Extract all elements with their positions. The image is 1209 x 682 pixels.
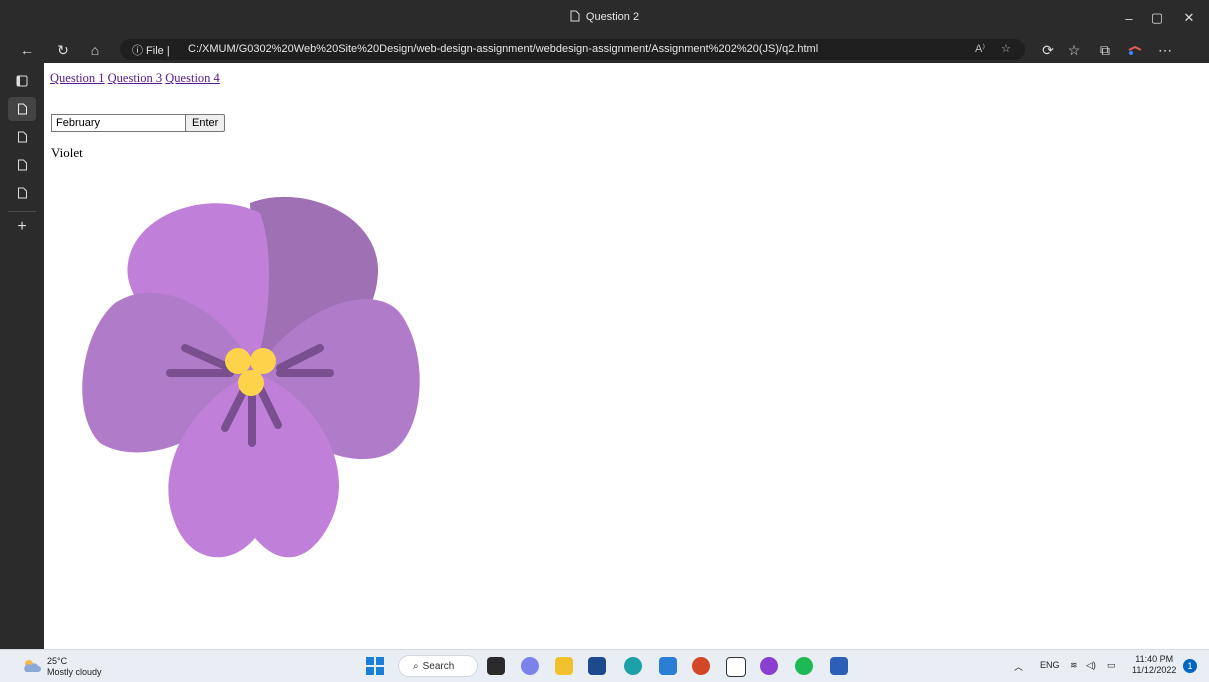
violet-flower-image bbox=[82, 196, 420, 558]
clock-time: 11:40 PM bbox=[1135, 654, 1174, 664]
notification-badge[interactable]: 1 bbox=[1183, 659, 1197, 673]
flower-center-bottom bbox=[238, 370, 264, 396]
collections-icon[interactable]: ⧉ bbox=[1094, 40, 1116, 60]
tab-page-4[interactable] bbox=[8, 181, 36, 205]
file-explorer-icon[interactable] bbox=[555, 657, 573, 675]
page-icon bbox=[570, 10, 580, 22]
tab-question-2[interactable] bbox=[8, 97, 36, 121]
weather-cloud-icon[interactable] bbox=[22, 658, 42, 679]
tab-actions-icon[interactable] bbox=[8, 69, 36, 93]
read-aloud-icon[interactable]: A⁾ bbox=[975, 42, 985, 55]
battery-icon[interactable]: ▭ bbox=[1107, 660, 1116, 671]
volume-icon[interactable]: ◁) bbox=[1086, 660, 1096, 671]
powerpoint-icon[interactable] bbox=[692, 657, 710, 675]
enter-button[interactable]: Enter bbox=[185, 114, 226, 132]
flower-result-text: Violet bbox=[51, 145, 83, 160]
spotify-icon[interactable] bbox=[795, 657, 813, 675]
tab-page-3[interactable] bbox=[8, 153, 36, 177]
task-view-icon[interactable] bbox=[487, 657, 505, 675]
weather-widget[interactable]: 25°C Mostly cloudy bbox=[47, 656, 102, 678]
weather-temp: 25°C bbox=[47, 656, 68, 666]
browser-toolbar: ← ↻ ⌂ ⓘ File | C:/XMUM/G0302%20Web%20Sit… bbox=[0, 36, 1209, 63]
link-question-1[interactable]: Question 1 bbox=[50, 71, 105, 85]
wifi-icon[interactable]: ≋ bbox=[1070, 660, 1078, 671]
notion-icon[interactable] bbox=[726, 657, 746, 677]
more-options-icon[interactable]: ⋯ bbox=[1154, 40, 1176, 60]
favorites-icon[interactable]: ☆ bbox=[1063, 40, 1085, 60]
address-url[interactable]: C:/XMUM/G0302%20Web%20Site%20Design/web-… bbox=[188, 43, 818, 55]
site-info-icon[interactable]: ⓘ File | bbox=[132, 42, 170, 58]
weather-description: Mostly cloudy bbox=[47, 667, 102, 677]
month-input[interactable] bbox=[51, 114, 187, 132]
word-icon[interactable] bbox=[830, 657, 848, 675]
taskbar-search[interactable]: ⌕ Search bbox=[398, 655, 478, 677]
sidebar-divider bbox=[8, 211, 36, 212]
link-question-3[interactable]: Question 3 bbox=[108, 71, 163, 85]
extension-icon[interactable] bbox=[1124, 40, 1146, 60]
edge-browser-icon[interactable] bbox=[624, 657, 642, 675]
chat-icon[interactable] bbox=[521, 657, 539, 675]
tab-page-2[interactable] bbox=[8, 125, 36, 149]
clock-date: 11/12/2022 bbox=[1132, 665, 1177, 675]
store-icon[interactable] bbox=[588, 657, 606, 675]
taskbar-clock[interactable]: 11:40 PM 11/12/2022 bbox=[1132, 654, 1176, 676]
flower-center-left bbox=[225, 348, 251, 374]
favorite-star-icon[interactable]: ☆ bbox=[1001, 42, 1011, 55]
windows-taskbar: 25°C Mostly cloudy ⌕ Search ︿ ENG ≋ ◁) ▭ … bbox=[0, 649, 1209, 682]
window-title: Question 2 bbox=[0, 10, 1209, 23]
refresh-page-icon[interactable]: ⟳ bbox=[1037, 40, 1059, 60]
refresh-icon[interactable]: ↻ bbox=[52, 40, 74, 60]
home-icon[interactable]: ⌂ bbox=[84, 40, 106, 60]
search-icon: ⌕ bbox=[413, 660, 419, 672]
chevron-up-icon[interactable]: ︿ bbox=[1014, 660, 1023, 673]
vscode-icon[interactable] bbox=[659, 657, 677, 675]
github-icon[interactable] bbox=[760, 657, 778, 675]
page-content: Question 1 Question 3 Question 4 Enter V… bbox=[44, 63, 1209, 649]
language-indicator[interactable]: ENG bbox=[1040, 660, 1060, 670]
new-tab-plus-icon[interactable]: + bbox=[8, 215, 36, 239]
address-bar[interactable]: ⓘ File | C:/XMUM/G0302%20Web%20Site%20De… bbox=[120, 39, 1025, 60]
question-nav: Question 1 Question 3 Question 4 bbox=[50, 71, 220, 86]
link-question-4[interactable]: Question 4 bbox=[165, 71, 220, 85]
flower-center-right bbox=[250, 348, 276, 374]
close-button[interactable]: ✕ bbox=[1169, 0, 1209, 36]
start-windows-icon[interactable] bbox=[366, 657, 384, 680]
vertical-tabs-sidebar: + bbox=[0, 63, 44, 649]
back-arrow-icon[interactable]: ← bbox=[16, 40, 38, 60]
title-bar: Question 2 – ▢ ✕ bbox=[0, 0, 1209, 36]
